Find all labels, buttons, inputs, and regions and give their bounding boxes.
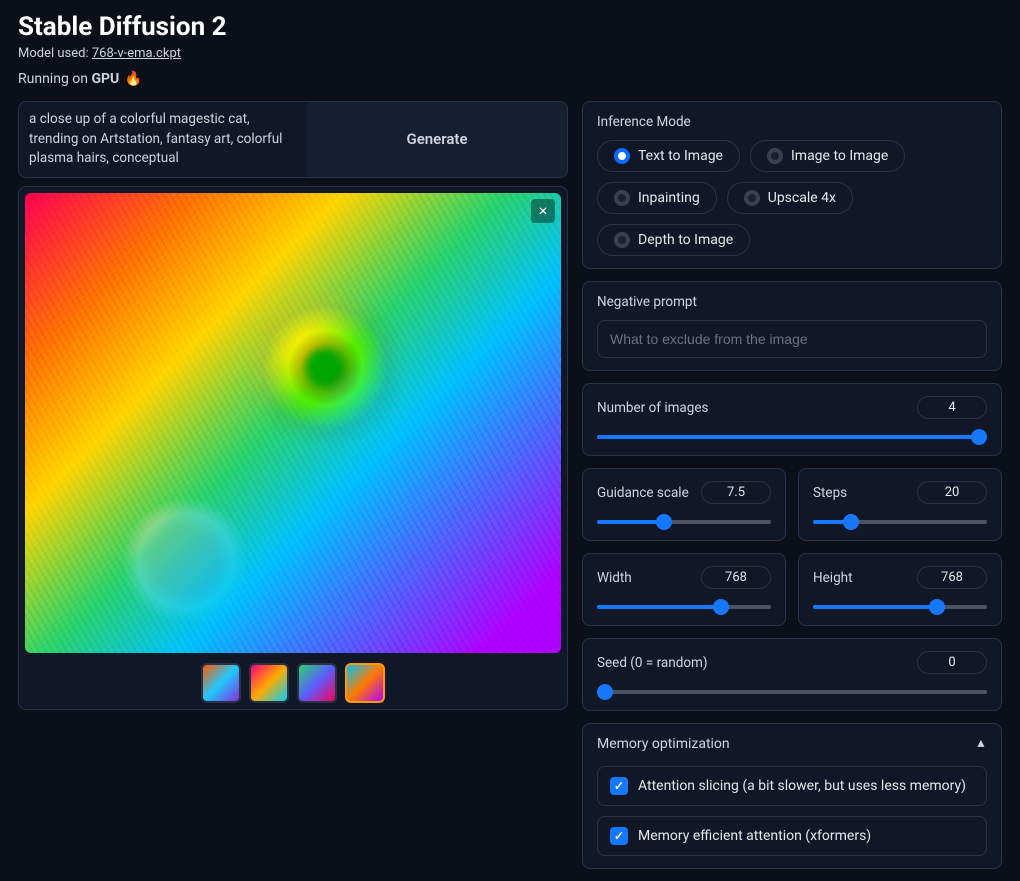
checkbox-icon: ✓ xyxy=(610,827,628,845)
radio-icon xyxy=(614,148,630,164)
checkbox-icon: ✓ xyxy=(610,777,628,795)
height-value: 768 xyxy=(917,566,987,589)
inference-mode-label: Inference Mode xyxy=(597,114,987,130)
negative-prompt-label: Negative prompt xyxy=(597,294,987,310)
steps-label: Steps xyxy=(813,485,847,501)
inference-option-label: Depth to Image xyxy=(638,232,733,248)
seed-label: Seed (0 = random) xyxy=(597,655,708,671)
thumbnail-2[interactable] xyxy=(249,663,289,703)
inference-mode-panel: Inference Mode Text to Image Image to Ima… xyxy=(582,101,1002,269)
negative-prompt-panel: Negative prompt xyxy=(582,281,1002,371)
output-image[interactable] xyxy=(25,193,561,653)
seed-value: 0 xyxy=(917,651,987,674)
radio-icon xyxy=(614,190,630,206)
page-title: Stable Diffusion 2 xyxy=(18,12,1002,42)
memory-option-0[interactable]: ✓ Attention slicing (a bit slower, but us… xyxy=(597,766,987,806)
seed-panel: Seed (0 = random) 0 xyxy=(582,638,1002,711)
thumbnail-1[interactable] xyxy=(201,663,241,703)
memory-option-1[interactable]: ✓ Memory efficient attention (xformers) xyxy=(597,816,987,856)
output-image-card: × xyxy=(18,186,568,710)
guidance-label: Guidance scale xyxy=(597,485,689,501)
height-slider[interactable] xyxy=(813,605,987,609)
radio-icon xyxy=(767,148,783,164)
radio-icon xyxy=(614,232,630,248)
generate-button[interactable]: Generate xyxy=(307,102,567,177)
width-panel: Width 768 xyxy=(582,553,786,626)
inference-option-label: Upscale 4x xyxy=(768,190,836,206)
guidance-slider[interactable] xyxy=(597,520,771,524)
model-link[interactable]: 768-v-ema.ckpt xyxy=(92,46,181,61)
negative-prompt-input[interactable] xyxy=(597,320,987,358)
inference-option-label: Image to Image xyxy=(791,148,888,164)
prompt-input[interactable]: a close up of a colorful magestic cat, t… xyxy=(19,102,307,177)
memory-option-label: Attention slicing (a bit slower, but use… xyxy=(638,778,966,794)
guidance-panel: Guidance scale 7.5 xyxy=(582,468,786,541)
chevron-down-icon: ▼ xyxy=(975,737,987,751)
width-label: Width xyxy=(597,570,632,586)
num-images-slider[interactable] xyxy=(597,435,987,439)
fire-icon: 🔥 xyxy=(125,71,142,87)
seed-slider[interactable] xyxy=(597,690,987,694)
inference-option-0[interactable]: Text to Image xyxy=(597,140,740,172)
width-value: 768 xyxy=(701,566,771,589)
radio-icon xyxy=(744,190,760,206)
num-images-panel: Number of images 4 xyxy=(582,383,1002,456)
steps-slider[interactable] xyxy=(813,520,987,524)
thumbnail-3[interactable] xyxy=(297,663,337,703)
running-device: GPU xyxy=(91,71,119,87)
model-prefix: Model used: xyxy=(18,46,92,61)
prompt-row: a close up of a colorful magestic cat, t… xyxy=(18,101,568,178)
inference-option-1[interactable]: Image to Image xyxy=(750,140,905,172)
memory-panel: Memory optimization ▼ ✓ Attention slicing… xyxy=(582,723,1002,869)
model-line: Model used: 768-v-ema.ckpt xyxy=(18,46,1002,61)
running-prefix: Running on xyxy=(18,71,91,87)
num-images-label: Number of images xyxy=(597,400,709,416)
width-slider[interactable] xyxy=(597,605,771,609)
num-images-value: 4 xyxy=(917,396,987,419)
steps-panel: Steps 20 xyxy=(798,468,1002,541)
thumbnail-4[interactable] xyxy=(345,663,385,703)
inference-option-2[interactable]: Inpainting xyxy=(597,182,717,214)
steps-value: 20 xyxy=(917,481,987,504)
memory-option-label: Memory efficient attention (xformers) xyxy=(638,828,871,844)
height-label: Height xyxy=(813,570,853,586)
inference-option-4[interactable]: Depth to Image xyxy=(597,224,750,256)
memory-title: Memory optimization xyxy=(597,736,730,752)
thumbnail-row xyxy=(25,663,561,703)
guidance-value: 7.5 xyxy=(701,481,771,504)
height-panel: Height 768 xyxy=(798,553,1002,626)
close-icon[interactable]: × xyxy=(531,199,555,223)
memory-accordion-toggle[interactable]: Memory optimization ▼ xyxy=(597,736,987,752)
running-line: Running on GPU 🔥 xyxy=(18,71,1002,87)
inference-option-label: Text to Image xyxy=(638,148,723,164)
inference-option-label: Inpainting xyxy=(638,190,700,206)
inference-option-3[interactable]: Upscale 4x xyxy=(727,182,853,214)
